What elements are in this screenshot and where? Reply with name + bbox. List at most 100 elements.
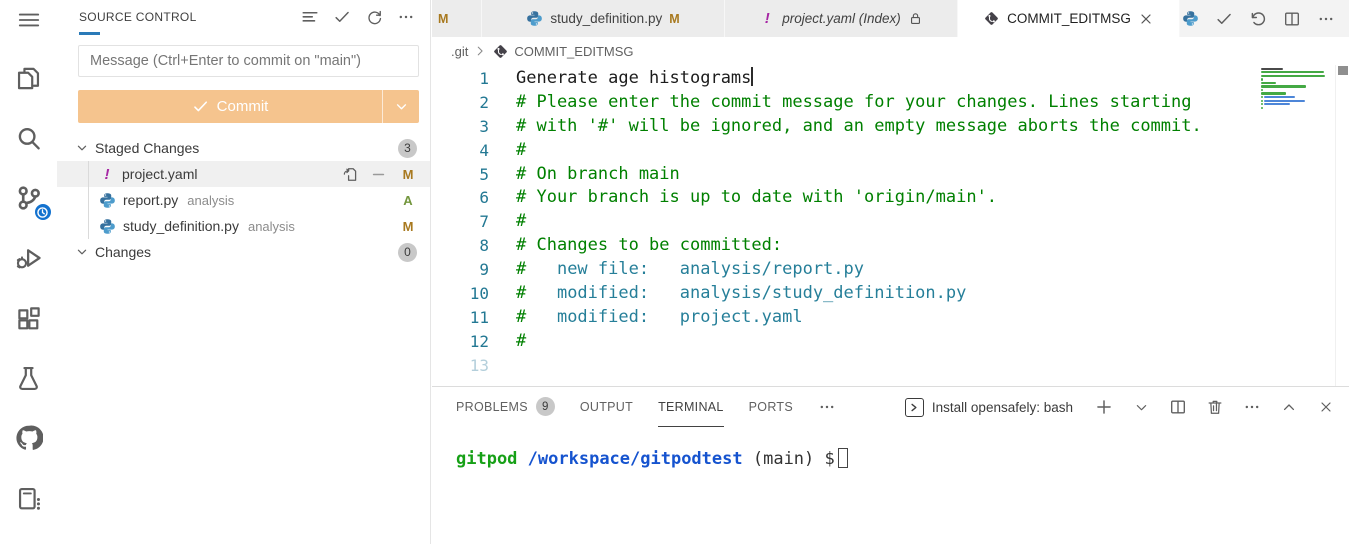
scm-tree: Staged Changes3!project.yamlMreport.pyan… [57,135,430,265]
scm-file-folder: analysis [248,219,295,234]
activity-bar-item-notebook[interactable] [5,474,53,522]
github-icon [15,424,43,452]
sidebar-toolbar [300,7,416,27]
minimap-segment [1261,71,1324,73]
scm-file-folder: analysis [187,193,234,208]
scm-file-row[interactable]: study_definition.py analysis M [57,213,430,239]
breadcrumb-file[interactable]: COMMIT_EDITMSG [514,44,633,59]
activity-bar-item-search[interactable] [5,114,53,162]
panel-tab-ports[interactable]: PORTS [749,387,793,427]
commit-button[interactable]: Commit [78,90,419,123]
tab-commit-editmsg[interactable]: COMMIT_EDITMSG [958,0,1180,37]
panel-more-button[interactable] [818,387,836,427]
scm-section-staged-changes[interactable]: Staged Changes3 [57,135,430,161]
minimap-segment [1261,75,1325,77]
line-content: # Please enter the commit message for yo… [489,91,1192,115]
minimap-segment [1261,103,1263,105]
panel-tab-output[interactable]: OUTPUT [580,387,633,427]
activity-bar-item-beaker[interactable] [5,354,53,402]
unstage-button[interactable] [369,165,387,183]
commit-message-input[interactable] [78,45,419,77]
panel-trash-button[interactable] [1205,397,1225,417]
panel-tab-label: OUTPUT [580,400,633,414]
line-number: 1 [432,67,489,91]
activity-bar-item-explorer[interactable] [5,54,53,102]
panel-split-editor-button[interactable] [1168,397,1188,417]
code-token: # [516,259,526,279]
panel-chevron-up-button[interactable] [1279,397,1299,417]
more-button[interactable] [396,7,416,27]
scrollbar-thumb[interactable] [1338,66,1348,75]
activity-bar-item-extensions[interactable] [5,294,53,342]
code-token: # Please enter the commit message for yo… [516,92,1192,112]
extensions-icon [15,305,42,332]
commit-check-button[interactable] [332,7,352,27]
git-icon [492,43,509,60]
editor-code-area[interactable]: 1Generate age histograms2# Please enter … [432,65,1259,386]
activity-bar-item-source-control[interactable] [5,174,53,222]
tab-partial[interactable]: M [432,0,482,37]
refresh-button[interactable] [364,7,384,27]
panel-plus-button[interactable] [1094,397,1114,417]
minimap-segment [1261,78,1263,80]
editor-line: 10 # modified: analysis/study_definition.… [432,282,1259,306]
open-file-button[interactable] [341,165,359,183]
scm-file-row[interactable]: report.pyanalysisA [57,187,430,213]
activity-bar-item-menu[interactable] [5,6,53,34]
code-token: # Changes to be committed: [516,235,782,255]
breadcrumb-folder[interactable]: .git [451,44,468,59]
view-and-sort-button[interactable] [300,7,320,27]
tab-close-button[interactable] [1138,11,1154,27]
chevron-right-icon [473,44,487,58]
discard-action-button[interactable] [1248,9,1268,29]
commit-button-main[interactable]: Commit [78,90,382,123]
python-action-button[interactable] [1180,9,1200,29]
plus-icon [1095,398,1113,416]
code-token: # [516,283,526,303]
more-icon [397,8,415,26]
run-debug-icon [15,244,43,272]
activity-bar-item-run-debug[interactable] [5,234,53,282]
scm-section-label: Staged Changes [95,140,393,156]
terminal-content[interactable]: gitpod /workspace/gitpodtest (main) $ [432,427,1349,469]
scm-section-changes[interactable]: Changes0 [57,239,430,265]
panel-more-button[interactable] [1242,397,1262,417]
commit-dropdown-button[interactable] [382,90,419,123]
more-action-button[interactable] [1316,9,1336,29]
menu-icon [16,7,42,33]
editor-scrollbar[interactable] [1335,65,1349,386]
scm-file-name: study_definition.py [123,218,239,234]
line-content: # new file: analysis/report.py [489,258,864,282]
panel-close-button[interactable] [1316,397,1336,417]
activity-bar-item-github[interactable] [5,414,53,462]
line-number: 10 [432,282,489,306]
panel-tab-problems[interactable]: PROBLEMS9 [456,387,555,427]
line-number: 3 [432,115,489,139]
sidebar-header: SOURCE CONTROL [57,0,430,34]
terminal-prompt-path: /workspace/gitpodtest [528,449,743,469]
panel-tab-terminal[interactable]: TERMINAL [658,387,724,427]
tab-project-yaml-index-[interactable]: !project.yaml (Index) [725,0,958,37]
python-icon [99,218,116,235]
panel-chevron-down-button[interactable] [1131,397,1151,417]
check-action-button[interactable] [1214,9,1234,29]
scm-pending-badge [34,203,52,221]
scm-status-letter: M [400,219,416,234]
split-editor-action-button[interactable] [1282,9,1302,29]
tab-label: COMMIT_EDITMSG [1007,11,1131,26]
minimap[interactable] [1259,67,1335,113]
line-number: 7 [432,210,489,234]
line-number: 2 [432,91,489,115]
tab-modified-badge: M [438,12,448,26]
minimap-segment [1264,100,1305,102]
beaker-icon [15,365,42,392]
tree-chevron-icon [74,140,90,156]
scm-file-name: project.yaml [122,166,197,182]
code-token: # with '#' will be ignored, and an empty… [516,116,1202,136]
code-token: modified: analysis/study_definition.py [526,283,966,303]
tab-study-definition-py[interactable]: study_definition.pyM [482,0,725,37]
scm-file-row[interactable]: !project.yamlM [57,161,430,187]
refresh-icon [366,9,383,26]
terminal-selector[interactable]: Install opensafely: bash [905,398,1073,417]
code-token: # [516,331,526,351]
